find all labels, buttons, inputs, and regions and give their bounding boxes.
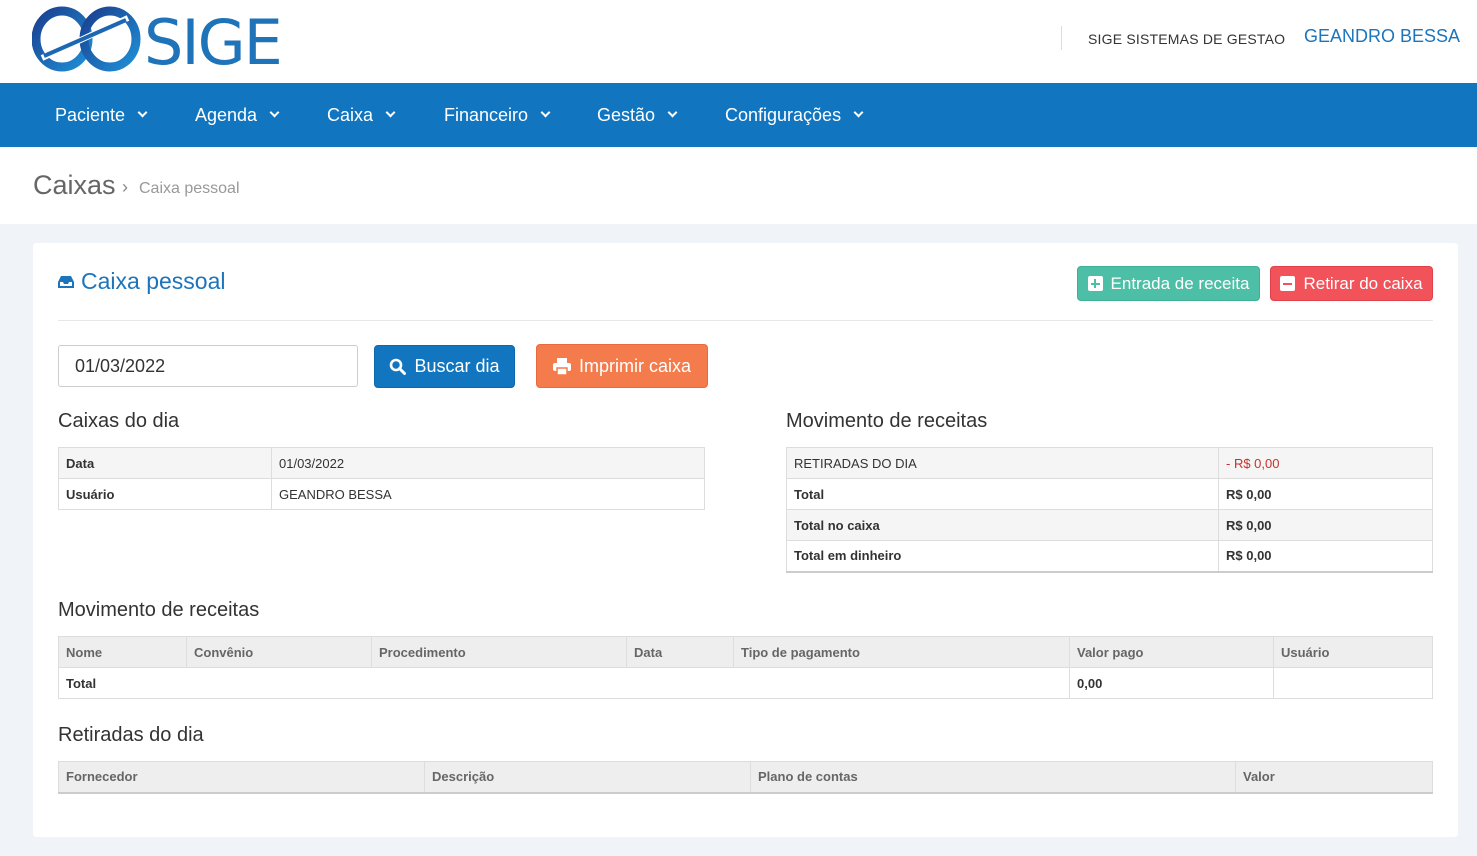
row-label: Usuário (58, 478, 272, 510)
entrada-label: Entrada de receita (1110, 273, 1250, 293)
printer-icon (552, 357, 571, 375)
movimento-tabela-heading: Movimento de receitas (58, 599, 260, 621)
breadcrumb-caixas[interactable]: Caixas (33, 170, 116, 201)
row-value: GEANDRO BESSA (271, 478, 705, 510)
user-menu[interactable]: GEANDRO BESSA (1304, 26, 1460, 47)
table-row: Total 0,00 (58, 667, 1433, 699)
nav-label: Gestão (597, 105, 656, 125)
table-row: Data 01/03/2022 (58, 447, 705, 479)
company-name: SIGE SISTEMAS DE GESTAO (1088, 31, 1286, 47)
movimento-resumo-table: RETIRADAS DO DIA - R$ 0,00 Total R$ 0,00… (786, 447, 1433, 573)
column-header[interactable]: Nome (58, 636, 187, 668)
breadcrumb-separator: › (122, 177, 128, 197)
table-row: Total R$ 0,00 (786, 478, 1433, 510)
nav-gestao[interactable]: Gestão (597, 83, 678, 147)
date-input[interactable] (58, 345, 358, 387)
retirar-label: Retirar do caixa (1303, 273, 1423, 293)
table-row: Total no caixa R$ 0,00 (786, 509, 1433, 541)
nav-label: Configurações (725, 105, 842, 125)
chevron-down-icon (137, 107, 148, 118)
row-value: R$ 0,00 (1218, 509, 1433, 541)
chevron-down-icon (853, 107, 864, 118)
table-row: Usuário GEANDRO BESSA (58, 478, 705, 510)
imprimir-caixa-button[interactable]: Imprimir caixa (536, 344, 708, 388)
imprimir-label: Imprimir caixa (578, 355, 691, 376)
plus-square-icon (1087, 276, 1103, 291)
nav-label: Financeiro (444, 105, 529, 125)
row-label: Data (58, 447, 272, 479)
row-label: RETIRADAS DO DIA (786, 447, 1219, 479)
column-header[interactable]: Descrição (424, 761, 751, 793)
column-header[interactable]: Fornecedor (58, 761, 425, 793)
nav-label: Paciente (55, 105, 126, 125)
retirar-caixa-button[interactable]: Retirar do caixa (1270, 266, 1433, 301)
column-header[interactable]: Tipo de pagamento (733, 636, 1070, 668)
row-value: R$ 0,00 (1218, 540, 1433, 572)
main-nav: Paciente Agenda Caixa Financeiro Gestão … (0, 83, 1477, 147)
column-header[interactable]: Usuário (1273, 636, 1433, 668)
nav-label: Caixa (327, 105, 374, 125)
table-row: Total em dinheiro R$ 0,00 (786, 540, 1433, 572)
nav-label: Agenda (195, 105, 258, 125)
row-label: Total no caixa (786, 509, 1219, 541)
nav-caixa[interactable]: Caixa (327, 83, 396, 147)
caixas-do-dia-heading: Caixas do dia (58, 410, 180, 432)
breadcrumb: Caixas › Caixa pessoal (0, 147, 1477, 224)
nav-financeiro[interactable]: Financeiro (444, 83, 551, 147)
row-value: - R$ 0,00 (1218, 447, 1433, 479)
entrada-receita-button[interactable]: Entrada de receita (1077, 266, 1260, 301)
top-header: SIGE SIGE SISTEMAS DE GESTAO GEANDRO BES… (0, 0, 1477, 83)
nav-agenda[interactable]: Agenda (195, 83, 280, 147)
caixas-do-dia-table: Data 01/03/2022 Usuário GEANDRO BESSA (58, 447, 705, 510)
breadcrumb-current: Caixa pessoal (139, 180, 240, 197)
table-row: RETIRADAS DO DIA - R$ 0,00 (786, 447, 1433, 479)
divider (58, 320, 1433, 321)
total-label: Total (58, 667, 1070, 699)
movimento-receitas-table: Nome Convênio Procedimento Data Tipo de … (58, 636, 1433, 699)
panel-title-text: Caixa pessoal (81, 268, 226, 294)
buscar-label: Buscar dia (414, 356, 500, 376)
caixa-panel: Caixa pessoal Entrada de receita Retirar… (33, 243, 1458, 837)
chevron-down-icon (667, 107, 678, 118)
sige-logo[interactable]: SIGE (32, 6, 302, 72)
row-label: Total (786, 478, 1219, 510)
retiradas-table: Fornecedor Descrição Plano de contas Val… (58, 761, 1433, 794)
table-header-row: Fornecedor Descrição Plano de contas Val… (58, 761, 1433, 793)
header-divider (1061, 26, 1062, 50)
chevron-down-icon (385, 107, 396, 118)
retiradas-heading: Retiradas do dia (58, 724, 204, 746)
chevron-down-icon (540, 107, 551, 118)
total-empty (1273, 667, 1433, 699)
search-icon (390, 358, 407, 375)
minus-square-icon (1280, 276, 1296, 291)
table-header-row: Nome Convênio Procedimento Data Tipo de … (58, 636, 1433, 668)
nav-paciente[interactable]: Paciente (55, 83, 148, 147)
nav-configuracoes[interactable]: Configurações (725, 83, 864, 147)
logo-text: SIGE (144, 6, 281, 72)
buscar-dia-button[interactable]: Buscar dia (374, 345, 515, 388)
row-value: R$ 0,00 (1218, 478, 1433, 510)
column-header[interactable]: Plano de contas (750, 761, 1236, 793)
column-header[interactable]: Convênio (186, 636, 372, 668)
chevron-down-icon (269, 107, 280, 118)
column-header[interactable]: Valor (1235, 761, 1433, 793)
column-header[interactable]: Data (626, 636, 734, 668)
row-label: Total em dinheiro (786, 540, 1219, 572)
column-header[interactable]: Valor pago (1069, 636, 1274, 668)
row-value: 01/03/2022 (271, 447, 705, 479)
total-value: 0,00 (1069, 667, 1274, 699)
movimento-resumo-heading: Movimento de receitas (786, 410, 988, 432)
column-header[interactable]: Procedimento (371, 636, 627, 668)
page-title: Caixa pessoal (58, 268, 225, 295)
inbox-icon (58, 275, 74, 288)
